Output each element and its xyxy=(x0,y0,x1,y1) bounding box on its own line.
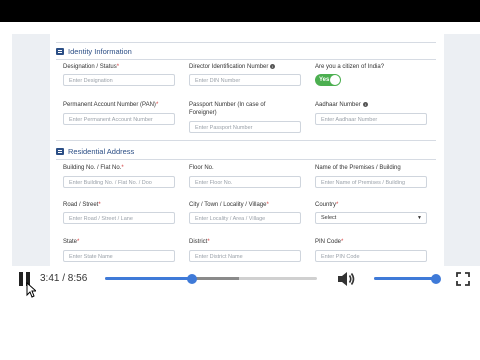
country-select[interactable]: Select ▼ xyxy=(315,212,427,224)
building-label: Building No. / Flat No.* xyxy=(63,165,124,171)
premises-input[interactable]: Enter Name of Premises / Building xyxy=(315,176,427,188)
pan-input[interactable]: Enter Permanent Account Number xyxy=(63,113,175,125)
identity-section-header: Identity Information xyxy=(56,45,132,57)
pin-label: PIN Code* xyxy=(315,239,344,245)
city-label: City / Town / Locality / Village* xyxy=(189,202,269,208)
info-icon[interactable]: i xyxy=(362,102,368,107)
aadhaar-input[interactable]: Enter Aadhaar Number xyxy=(315,113,427,125)
district-input[interactable]: Enter District Name xyxy=(189,250,301,262)
divider xyxy=(56,59,436,60)
road-label: Road / Street* xyxy=(63,202,101,208)
residential-section-header: Residential Address xyxy=(56,145,134,157)
volume-thumb[interactable] xyxy=(431,273,441,284)
divider xyxy=(56,42,436,43)
mouse-cursor-icon xyxy=(26,282,36,298)
floor-label: Floor No. xyxy=(189,165,214,171)
info-icon[interactable]: i xyxy=(270,64,276,69)
buffered-bar xyxy=(191,277,239,280)
din-label: Director Identification Number i xyxy=(189,63,276,71)
seek-thumb[interactable] xyxy=(186,273,197,284)
pin-input[interactable]: Enter PIN Code xyxy=(315,250,427,262)
toggle-label: Yes xyxy=(319,77,330,83)
seek-bar[interactable] xyxy=(105,273,317,284)
left-gutter xyxy=(12,34,50,266)
premises-label: Name of the Premises / Building xyxy=(315,165,401,171)
form-panel: Identity Information Designation / Statu… xyxy=(50,34,444,266)
passport-input[interactable]: Enter Passport Number xyxy=(189,121,301,133)
progress-fill xyxy=(105,277,192,280)
top-black-bar xyxy=(0,0,480,22)
country-selected: Select xyxy=(321,215,337,221)
volume-slider[interactable] xyxy=(374,273,441,284)
road-input[interactable]: Enter Road / Street / Lane xyxy=(63,212,175,224)
citizen-toggle[interactable]: Yes xyxy=(315,74,341,86)
country-label: Country* xyxy=(315,202,339,208)
section-title: Residential Address xyxy=(68,146,135,156)
building-input[interactable]: Enter Building No. / Flat No. / Doo xyxy=(63,176,175,188)
time-display: 3:41 / 8:56 xyxy=(40,273,88,284)
right-gutter xyxy=(444,34,480,266)
passport-label: Passport Number (In case of Foreigner) xyxy=(189,102,266,116)
floor-input[interactable]: Enter Floor No. xyxy=(189,176,301,188)
designation-label: Designation / Status* xyxy=(63,64,120,70)
toggle-knob xyxy=(330,75,340,85)
volume-icon[interactable] xyxy=(337,271,355,287)
state-input[interactable]: Enter State Name xyxy=(63,250,175,262)
divider xyxy=(56,159,436,160)
chevron-down-icon: ▼ xyxy=(417,215,422,221)
city-input[interactable]: Enter Locality / Area / Village xyxy=(189,212,301,224)
section-title: Identity Information xyxy=(68,46,132,56)
district-label: District* xyxy=(189,239,210,245)
din-input[interactable]: Enter DIN Number xyxy=(189,74,301,86)
fullscreen-icon[interactable] xyxy=(456,272,470,286)
divider xyxy=(56,140,436,141)
id-card-icon xyxy=(56,47,64,55)
volume-fill xyxy=(374,277,436,280)
designation-input[interactable]: Enter Designation xyxy=(63,74,175,86)
state-label: State* xyxy=(63,239,80,245)
aadhaar-label: Aadhaar Number i xyxy=(315,101,368,109)
pan-label: Permanent Account Number (PAN)* xyxy=(63,102,159,108)
address-icon xyxy=(56,147,64,155)
citizen-label: Are you a citizen of India? xyxy=(315,64,385,70)
